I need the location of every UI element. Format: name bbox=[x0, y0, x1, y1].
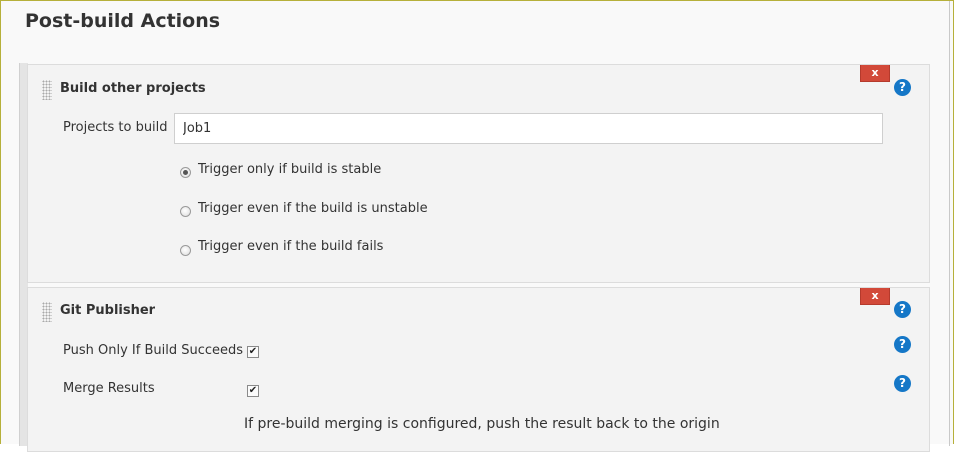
help-icon[interactable]: ? bbox=[894, 336, 911, 353]
page-title: Post-build Actions bbox=[25, 10, 221, 32]
trigger-stable-label[interactable]: Trigger only if build is stable bbox=[198, 162, 381, 177]
build-other-projects-section: Build other projects x ? Projects to bui… bbox=[27, 64, 930, 283]
help-icon[interactable]: ? bbox=[894, 79, 911, 96]
trigger-fails-radio[interactable] bbox=[180, 245, 191, 256]
merge-results-description: If pre-build merging is configured, push… bbox=[244, 416, 720, 432]
section-title: Build other projects bbox=[60, 81, 206, 96]
delete-button[interactable]: x bbox=[860, 65, 890, 82]
merge-results-label: Merge Results bbox=[63, 381, 155, 396]
trigger-stable-radio[interactable] bbox=[180, 167, 191, 178]
projects-to-build-label: Projects to build bbox=[63, 120, 168, 135]
help-icon[interactable]: ? bbox=[894, 301, 911, 318]
git-publisher-section: Git Publisher x ? Push Only If Build Suc… bbox=[27, 287, 930, 452]
section-title: Git Publisher bbox=[60, 303, 156, 318]
drag-handle-icon[interactable] bbox=[42, 80, 52, 100]
help-icon[interactable]: ? bbox=[894, 375, 911, 392]
push-only-label: Push Only If Build Succeeds bbox=[63, 343, 244, 358]
trigger-unstable-radio[interactable] bbox=[180, 206, 191, 217]
merge-results-checkbox[interactable]: ✔ bbox=[247, 385, 259, 397]
projects-to-build-input[interactable] bbox=[174, 113, 883, 144]
delete-button[interactable]: x bbox=[860, 288, 890, 305]
post-build-actions-panel: Post-build Actions Build other projects … bbox=[0, 0, 954, 452]
trigger-fails-label[interactable]: Trigger even if the build fails bbox=[198, 239, 383, 254]
trigger-unstable-label[interactable]: Trigger even if the build is unstable bbox=[198, 201, 428, 216]
push-only-checkbox[interactable]: ✔ bbox=[247, 346, 259, 358]
drag-handle-icon[interactable] bbox=[42, 302, 52, 322]
